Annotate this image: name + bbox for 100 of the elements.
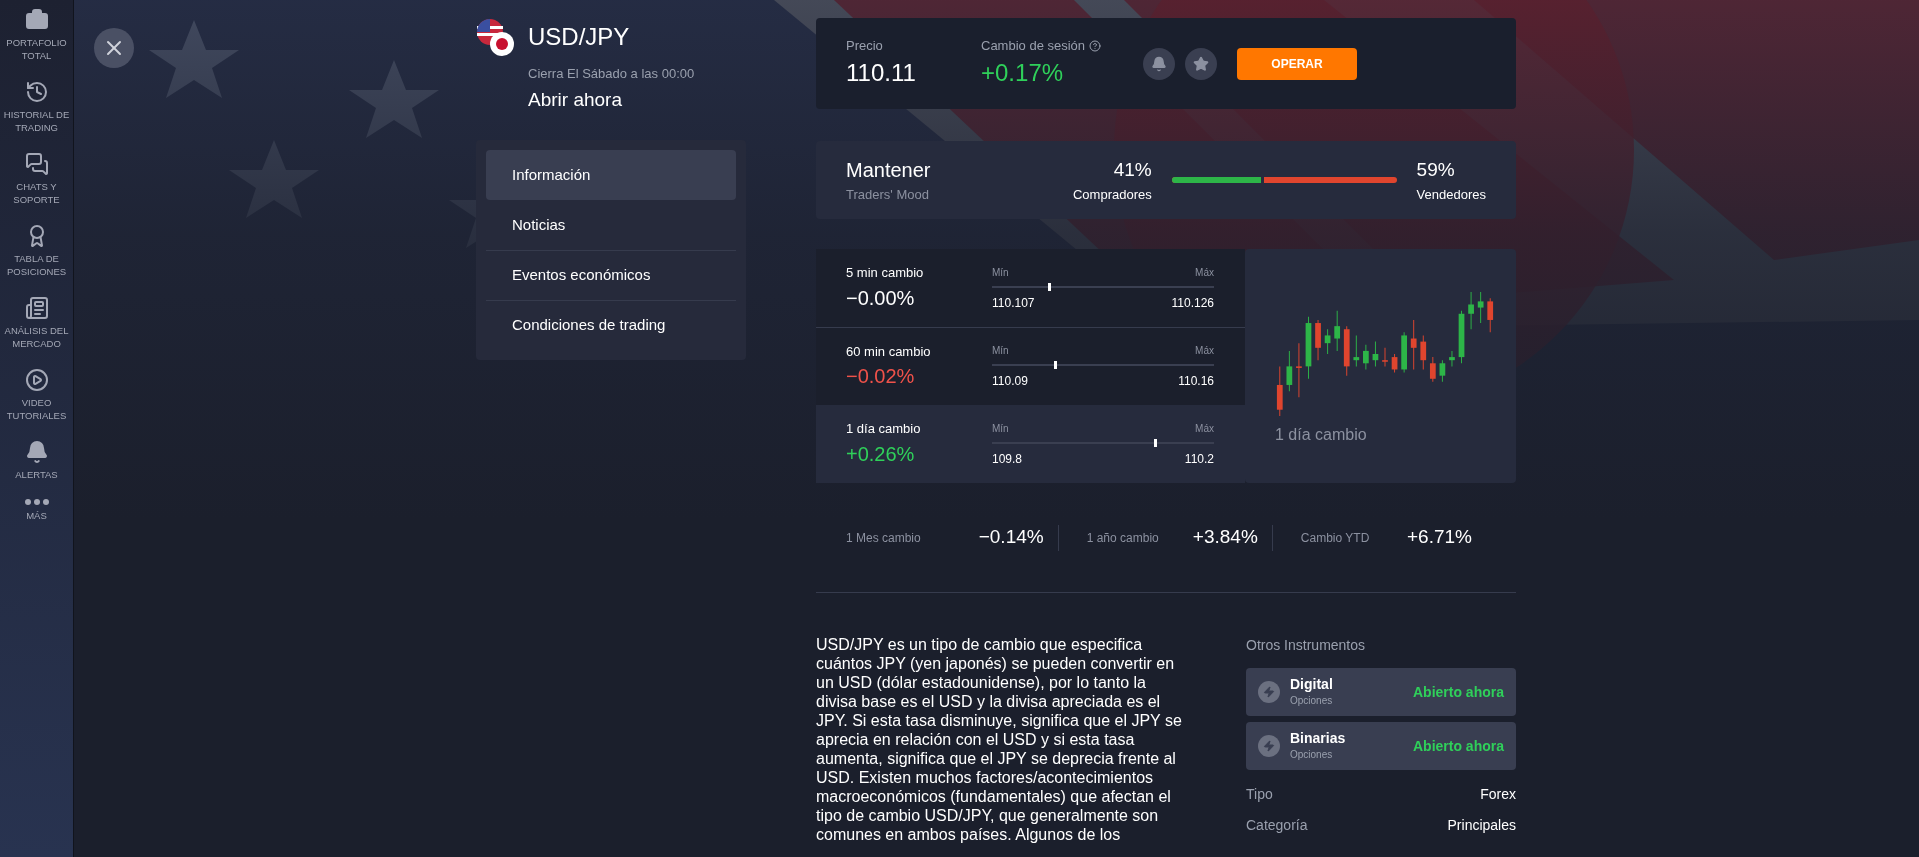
menu-item[interactable]: Información (486, 150, 736, 200)
candle (1458, 310, 1465, 364)
sellers-percent: 59% (1416, 158, 1456, 182)
sidebar-item[interactable]: MÁS (0, 499, 73, 522)
range-change: −0.00% (846, 285, 916, 311)
min-value: 110.107 (992, 294, 1035, 312)
candle (1372, 341, 1379, 367)
pair-title: USD/JPY (528, 22, 631, 52)
sidebar-item[interactable]: CHATS Y SOPORTE (0, 152, 73, 206)
detail-value: Forex (1480, 785, 1516, 804)
description-text: USD/JPY es un tipo de cambio que especifica cuántos JPY (yen japonés) se pueden convertir en un USD (dólar estadounidense), por lo tanto la divisa base es el USD y la divisa apreciada es el JPY. Si esta tasa disminuye, significa que el JPY se aprecia en relación con el USD y si esta tasa aumenta, significa que el JPY se deprecia frente al USD. Existen muchos factores/acontecimientos macroeconómicos (fundamentales) que afectan el tipo de cambio USD/JPY, que generalmente son comunes en ambos países. Algunos de los (816, 635, 1183, 844)
sidebar-item[interactable]: TABLA DE POSICIONES (0, 224, 73, 278)
max-value: 110.16 (1178, 373, 1214, 390)
favorite-button[interactable] (1185, 47, 1217, 80)
period-value: +3.84% (1192, 525, 1258, 550)
buyers-label: Compradores (1072, 185, 1152, 204)
range-label: 60 min cambio (846, 342, 932, 361)
candle (1286, 350, 1293, 392)
menu-item[interactable]: Eventos económicos (486, 250, 736, 300)
briefcase-icon (24, 8, 49, 32)
candle (1334, 310, 1341, 352)
candle (1324, 328, 1331, 355)
candle (1363, 344, 1369, 371)
market-status: Abrir ahora (528, 87, 623, 112)
candle (1296, 342, 1302, 398)
menu-item[interactable]: Condiciones de trading (486, 300, 736, 350)
candle (1382, 347, 1388, 367)
max-label: Máx (1195, 344, 1214, 358)
sidebar-item[interactable]: ANÁLISIS DEL MERCADO (0, 296, 73, 350)
candle (1353, 334, 1360, 367)
instrument-item[interactable]: Digital Opciones Abierto ahora (1246, 668, 1516, 716)
sidebar-item[interactable]: ALERTAS (0, 440, 73, 481)
price-label: Precio (846, 36, 884, 55)
buyers-percent: 41% (1113, 158, 1152, 182)
currency-flags-icon (476, 18, 516, 58)
sellers-label: Vendedores (1416, 185, 1486, 204)
instrument-name: Binarias (1290, 730, 1347, 747)
play-icon (24, 368, 49, 392)
schedule-text: Cierra El Sábado a las 00:00 (528, 65, 695, 83)
candle (1276, 365, 1283, 417)
history-icon (24, 80, 49, 104)
sidebar-item[interactable]: VIDEO TUTORIALES (0, 368, 73, 422)
instrument-type: Opciones (1290, 748, 1334, 762)
bolt-icon (1258, 735, 1280, 757)
mood-subtitle: Traders' Mood (846, 186, 930, 205)
candle (1439, 359, 1446, 383)
instrument-item[interactable]: Binarias Opciones Abierto ahora (1246, 722, 1516, 770)
instrument-type: Opciones (1290, 694, 1334, 708)
candle (1449, 350, 1455, 367)
candle (1477, 291, 1484, 324)
min-label: Mín (992, 421, 1009, 436)
candle (1410, 319, 1417, 371)
bolt-icon (1258, 681, 1280, 703)
candle (1315, 319, 1321, 361)
chart-caption: 1 día cambio (1275, 425, 1368, 445)
candle (1429, 356, 1436, 383)
menu-item[interactable]: Noticias (486, 200, 736, 250)
candle (1468, 291, 1474, 330)
candle (1401, 331, 1407, 374)
range-label: 1 día cambio (846, 420, 922, 439)
candle (1343, 325, 1350, 377)
max-label: Máx (1195, 265, 1214, 280)
period-label: Cambio YTD (1300, 529, 1370, 547)
range-label: 5 min cambio (846, 264, 925, 283)
bell-icon (1151, 55, 1167, 72)
detail-value: Principales (1447, 816, 1516, 835)
mood-title: Mantener (846, 158, 932, 184)
detail-label: Categoría (1246, 816, 1308, 835)
sidebar-item[interactable]: PORTAFOLIO TOTAL (0, 8, 73, 62)
other-instruments-title: Otros Instrumentos (1246, 636, 1367, 655)
period-label: 1 año cambio (1086, 529, 1159, 547)
help-icon (1089, 39, 1102, 52)
instrument-name: Digital (1290, 676, 1334, 693)
bell-icon (24, 440, 49, 464)
candle (1305, 316, 1312, 380)
max-value: 110.126 (1171, 294, 1214, 312)
session-change-label: Cambio de sesión (981, 36, 1086, 55)
range-change: +0.26% (846, 441, 916, 467)
period-value: +6.71% (1407, 525, 1472, 550)
chat-icon (24, 152, 49, 176)
more-icon (24, 499, 49, 505)
instrument-status: Abierto ahora (1413, 682, 1504, 702)
candle (1391, 353, 1398, 374)
session-change-value: +0.17% (981, 58, 1065, 89)
range-change: −0.02% (846, 364, 916, 390)
period-value: −0.14% (978, 525, 1044, 550)
min-label: Mín (992, 344, 1009, 358)
min-value: 109.8 (992, 450, 1023, 468)
candle (1487, 297, 1494, 333)
detail-label: Tipo (1246, 785, 1273, 804)
sidebar-item[interactable]: HISTORIAL DE TRADING (0, 80, 73, 134)
max-label: Máx (1195, 421, 1214, 436)
star-icon (1193, 55, 1209, 72)
max-value: 110.2 (1184, 450, 1214, 468)
price-value: 110.11 (846, 58, 917, 89)
period-label: 1 Mes cambio (846, 529, 921, 547)
instrument-status: Abierto ahora (1413, 736, 1504, 756)
candle (1420, 334, 1427, 371)
min-label: Mín (992, 265, 1009, 280)
alert-button[interactable] (1143, 47, 1175, 80)
